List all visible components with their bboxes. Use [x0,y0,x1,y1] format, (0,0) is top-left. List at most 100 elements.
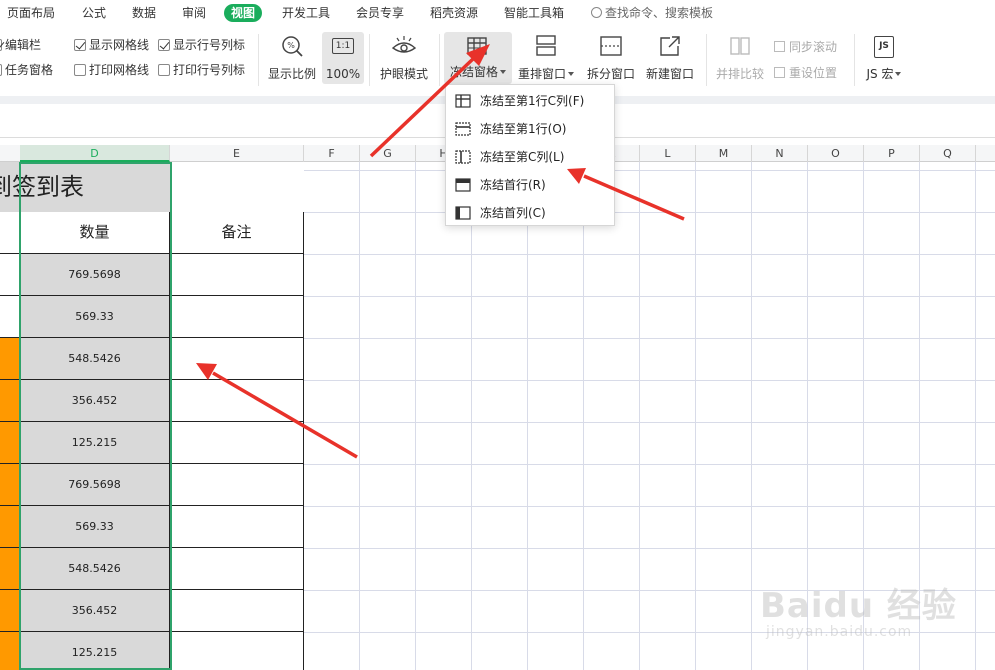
table-cell[interactable] [0,590,20,631]
table-row: 548.5426 [0,548,304,590]
table-cell[interactable] [0,506,20,547]
menu-item-freeze-first-row[interactable]: 冻结首行(R) [446,171,614,199]
header-remark[interactable]: 备注 [170,212,304,253]
table-cell[interactable] [0,422,20,463]
table-cell[interactable] [0,296,20,337]
table-cell[interactable] [0,338,20,379]
quantity-cell[interactable]: 569.33 [20,296,170,337]
tab-docer[interactable]: 稻壳资源 [430,4,478,22]
table-row: 769.5698 [0,254,304,296]
tab-data[interactable]: 数据 [132,4,156,22]
table-cell[interactable] [0,464,20,505]
split-window-button[interactable]: 拆分窗口 [584,34,638,82]
tab-formulas[interactable]: 公式 [82,4,106,22]
side-by-side-label: 并排比较 [715,67,764,81]
search-icon [591,7,602,18]
menu-item-freeze-first-column[interactable]: 冻结首列(C) [446,199,614,227]
search-placeholder: 查找命令、搜索模板 [605,6,714,20]
column-header-m[interactable]: M [696,145,752,162]
freeze-icon [467,37,487,55]
checkbox-edit-bar-label: 编辑栏 [5,38,42,52]
checkbox-print-gridlines-box[interactable] [74,64,86,76]
remark-cell[interactable] [170,380,304,421]
column-header-q[interactable]: Q [920,145,976,162]
js-macro-label: JS 宏 [866,67,894,81]
quantity-cell[interactable]: 125.215 [20,422,170,463]
remark-cell[interactable] [170,590,304,631]
sheet-title-cell[interactable]: 到签到表 [0,162,170,212]
table-row: 125.215 [0,632,304,670]
quantity-cell[interactable]: 125.215 [20,632,170,670]
quantity-cell[interactable]: 569.33 [20,506,170,547]
checkbox-edit-bar[interactable]: 编辑栏 [0,37,41,53]
split-label: 拆分窗口 [586,67,635,81]
remark-cell[interactable] [170,548,304,589]
quantity-cell[interactable]: 548.5426 [20,338,170,379]
remark-cell[interactable] [170,338,304,379]
reset-position-button[interactable]: 重设位置 [774,64,846,80]
menu-item-freeze-colc[interactable]: 冻结至第C列(L) [446,143,614,171]
freeze-panes-button[interactable]: 冻结窗格 [444,32,512,84]
checkbox-print-headings-box[interactable] [158,64,170,76]
checkbox-task-pane-box[interactable] [0,64,2,76]
ribbon-divider [369,34,370,86]
table-cell[interactable] [0,212,20,253]
zoom-button[interactable]: % 显示比例 [264,34,320,82]
tab-developer[interactable]: 开发工具 [282,4,330,22]
rearrange-icon [536,35,556,56]
menu-item-label: 冻结至第1行C列(F) [480,94,585,108]
table-cell[interactable] [0,380,20,421]
checkbox-print-gridlines[interactable]: 打印网格线 [74,62,149,78]
table-cell[interactable] [0,632,20,670]
js-macro-button[interactable]: JS JS 宏 [860,34,908,82]
freeze-row-icon [455,122,471,136]
tab-page-layout[interactable]: 页面布局 [7,4,55,22]
tab-smart-toolbox[interactable]: 智能工具箱 [504,4,564,22]
quantity-cell[interactable]: 769.5698 [20,254,170,295]
quantity-cell[interactable]: 356.452 [20,590,170,631]
checkbox-edit-bar-box[interactable] [0,39,2,51]
tab-view[interactable]: 视图 [224,4,263,22]
table-cell[interactable] [0,548,20,589]
column-header-e[interactable]: E [170,145,304,162]
quantity-cell[interactable]: 548.5426 [20,548,170,589]
tab-member[interactable]: 会员专享 [356,4,404,22]
column-header-l[interactable]: L [640,145,696,162]
quantity-cell[interactable]: 769.5698 [20,464,170,505]
column-header-d[interactable]: D [20,145,170,162]
checkbox-show-headings-box[interactable] [158,39,170,51]
remark-cell[interactable] [170,506,304,547]
command-search[interactable]: 查找命令、搜索模板 [591,4,713,22]
header-quantity[interactable]: 数量 [20,212,170,253]
checkbox-show-gridlines-box[interactable] [74,39,86,51]
remark-cell[interactable] [170,254,304,295]
sync-scroll-button[interactable]: 同步滚动 [774,38,846,54]
checkbox-show-gridlines[interactable]: 显示网格线 [74,37,149,53]
column-header-g[interactable]: G [360,145,416,162]
remark-cell[interactable] [170,632,304,670]
table-cell[interactable] [0,254,20,295]
eye-mode-label: 护眼模式 [379,67,428,81]
remark-cell[interactable] [170,422,304,463]
quantity-cell[interactable]: 356.452 [20,380,170,421]
checkbox-print-headings[interactable]: 打印行号列标 [158,62,245,78]
new-window-icon [660,36,680,56]
column-header-o[interactable]: O [808,145,864,162]
remark-cell[interactable] [170,296,304,337]
remark-cell[interactable] [170,464,304,505]
zoom-100-button[interactable]: 1:1 100% [322,32,364,84]
menu-item-freeze-row1[interactable]: 冻结至第1行(O) [446,115,614,143]
column-header-f[interactable]: F [304,145,360,162]
tab-review[interactable]: 审阅 [182,4,206,22]
eye-mode-button[interactable]: 护眼模式 [376,34,432,82]
checkbox-show-headings[interactable]: 显示行号列标 [158,37,245,53]
baidu-jingyan-watermark: Baidu 经验 jingyan.baidu.com [760,568,980,658]
side-by-side-button[interactable]: 并排比较 [712,34,768,82]
new-window-button[interactable]: 新建窗口 [642,34,698,82]
menu-item-freeze-row1-colc[interactable]: 冻结至第1行C列(F) [446,87,614,115]
column-header-p[interactable]: P [864,145,920,162]
rearrange-window-button[interactable]: 重排窗口 [516,34,576,82]
checkbox-task-pane[interactable]: 任务窗格 [0,62,53,78]
column-header-n[interactable]: N [752,145,808,162]
table-row: 569.33 [0,296,304,338]
